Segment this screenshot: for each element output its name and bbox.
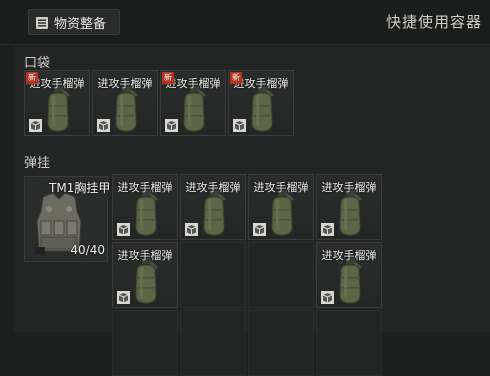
grenade-item[interactable]: 进攻手榴弹新: [160, 70, 226, 136]
container-icon: [253, 223, 266, 236]
grenade-item[interactable]: 进攻手榴弹: [112, 174, 178, 240]
empty-slot[interactable]: [180, 310, 246, 376]
vest-capacity: 40/40: [70, 243, 105, 257]
grenade-icon: [47, 86, 70, 132]
empty-slot[interactable]: [248, 242, 314, 308]
quick-container-title: 快捷使用容器: [385, 13, 482, 31]
container-icon: [233, 119, 246, 132]
container-icon: [321, 223, 334, 236]
empty-slot[interactable]: [248, 310, 314, 376]
list-icon: [35, 15, 49, 29]
item-name: 进攻手榴弹: [97, 77, 153, 90]
supply-prep-tab-label: 物资整备: [54, 16, 107, 32]
empty-slot[interactable]: [316, 310, 382, 376]
container-icon: [117, 223, 130, 236]
grenade-icon: [115, 86, 138, 132]
grenade-icon: [203, 190, 226, 236]
grenade-item[interactable]: 进攻手榴弹: [248, 174, 314, 240]
container-icon: [29, 119, 42, 132]
empty-slot[interactable]: [112, 310, 178, 376]
pocket-label: 口袋: [24, 56, 51, 71]
item-name: 进攻手榴弹: [185, 181, 241, 194]
container-icon: [321, 291, 334, 304]
grenade-item[interactable]: 进攻手榴弹: [316, 174, 382, 240]
grenade-item[interactable]: 进攻手榴弹: [316, 242, 382, 308]
top-bar: 物资整备 快捷使用容器: [0, 0, 490, 45]
empty-slot[interactable]: [180, 242, 246, 308]
item-name: 进攻手榴弹: [321, 181, 377, 194]
new-badge: 新: [162, 72, 174, 84]
grenade-item[interactable]: 进攻手榴弹新: [24, 70, 90, 136]
grenade-icon: [339, 258, 362, 304]
grenade-icon: [251, 86, 274, 132]
grenade-item[interactable]: 进攻手榴弹: [180, 174, 246, 240]
container-icon: [185, 223, 198, 236]
grenade-icon: [135, 190, 158, 236]
container-icon: [97, 119, 110, 132]
grenade-icon: [183, 86, 206, 132]
chest-rig-vest[interactable]: TM1胸挂甲 40/40: [24, 176, 111, 262]
grenade-icon: [271, 190, 294, 236]
item-name: 进攻手榴弹: [117, 249, 173, 262]
container-icon: [165, 119, 178, 132]
item-name: 进攻手榴弹: [321, 249, 377, 262]
vest-name: TM1胸挂甲: [49, 181, 111, 195]
grenade-icon: [339, 190, 362, 236]
grenade-item[interactable]: 进攻手榴弹新: [228, 70, 294, 136]
container-icon: [117, 291, 130, 304]
new-badge: 新: [230, 72, 242, 84]
supply-prep-tab[interactable]: 物资整备: [28, 9, 120, 35]
grenade-icon: [135, 258, 158, 304]
rig-label: 弹挂: [24, 156, 51, 171]
grenade-item[interactable]: 进攻手榴弹: [112, 242, 178, 308]
new-badge: 新: [26, 72, 38, 84]
grenade-item[interactable]: 进攻手榴弹: [92, 70, 158, 136]
item-name: 进攻手榴弹: [253, 181, 309, 194]
item-name: 进攻手榴弹: [117, 181, 173, 194]
